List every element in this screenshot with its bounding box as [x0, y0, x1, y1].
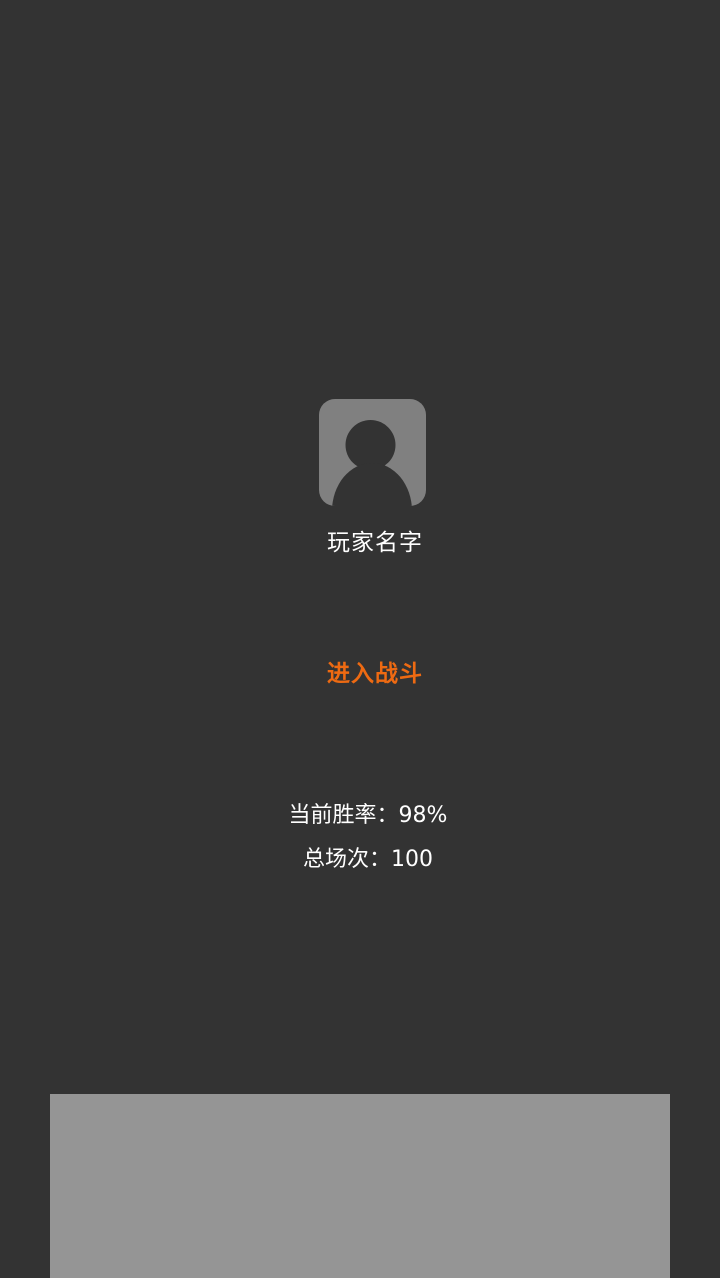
win-rate-stat: 当前胜率：98% — [0, 799, 720, 833]
win-rate-label: 当前胜率： — [288, 803, 399, 828]
bottom-banner-panel[interactable] — [50, 1094, 670, 1278]
default-user-icon — [332, 420, 412, 506]
total-matches-label: 总场次： — [302, 847, 391, 872]
player-name: 玩家名字 — [327, 530, 423, 556]
total-matches-value: 100 — [391, 847, 433, 872]
enter-battle-button[interactable]: 进入战斗 — [300, 652, 450, 696]
win-rate-value: 98% — [398, 803, 448, 828]
player-avatar[interactable] — [319, 399, 426, 506]
total-matches-stat: 总场次：100 — [0, 843, 720, 877]
